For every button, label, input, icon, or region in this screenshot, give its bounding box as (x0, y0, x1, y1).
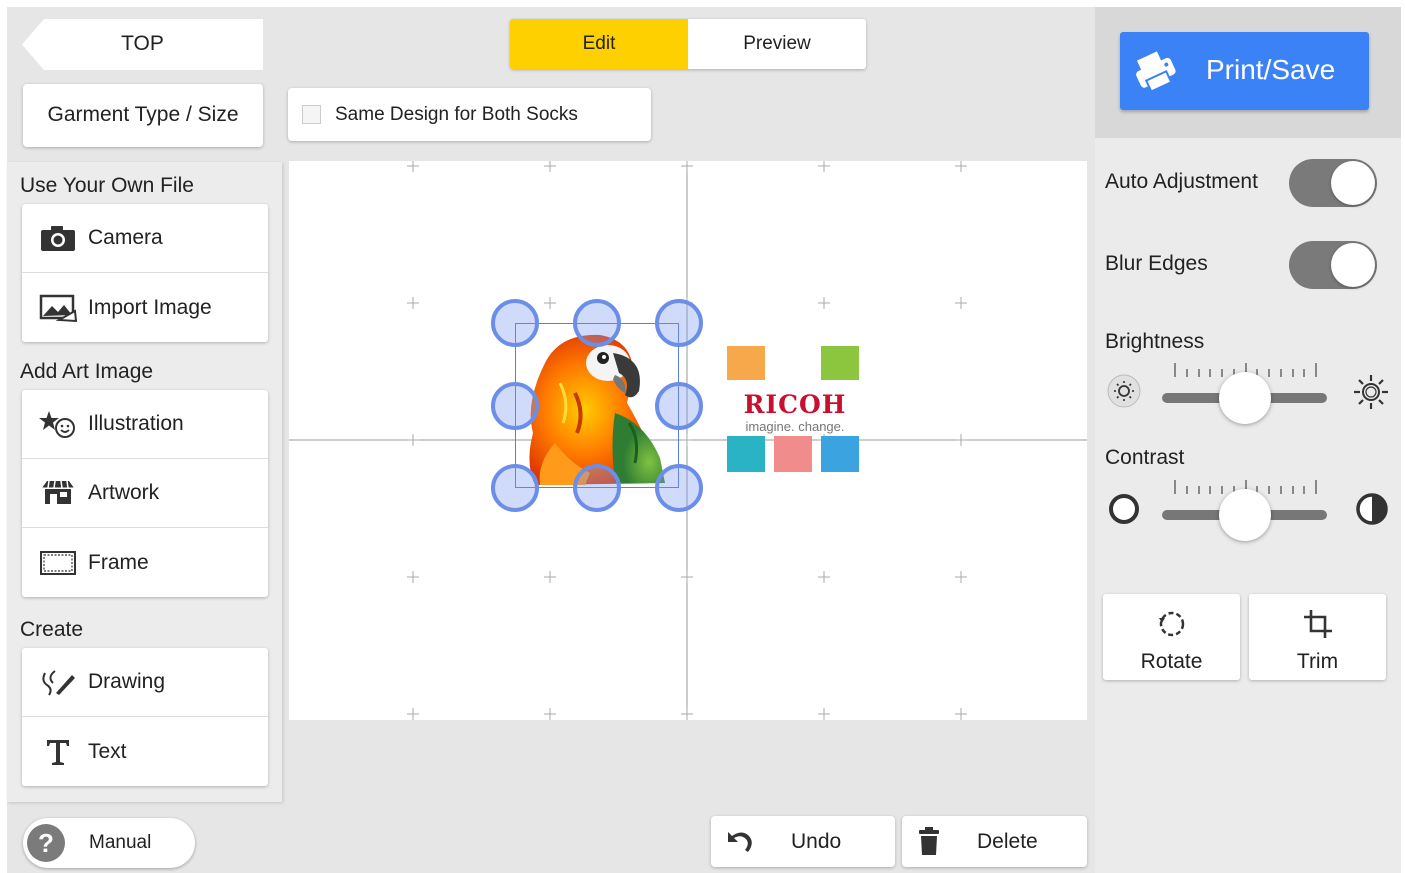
rotate-icon (1103, 608, 1240, 640)
camera-button[interactable]: Camera (22, 204, 268, 273)
brightness-slider-knob[interactable] (1218, 372, 1271, 424)
resize-handle[interactable] (655, 464, 703, 512)
trim-button[interactable]: Trim (1249, 594, 1386, 680)
rotate-button[interactable]: Rotate (1103, 594, 1240, 680)
crop-icon (1249, 608, 1386, 640)
same-design-option[interactable]: Same Design for Both Socks (288, 88, 651, 141)
illustration-label: Illustration (88, 412, 184, 435)
illustration-icon (38, 409, 78, 439)
manual-button[interactable]: ? Manual (23, 818, 195, 868)
delete-label: Delete (977, 830, 1038, 853)
contrast-high-icon (1355, 492, 1389, 531)
right-adjust-panel: Print/Save Auto Adjustment Blur Edges Br… (1095, 7, 1401, 873)
resize-handle[interactable] (573, 464, 621, 512)
mode-tabs: Edit Preview (510, 19, 866, 69)
help-icon: ? (27, 824, 65, 862)
undo-icon (725, 828, 753, 859)
logo-teal-tile (727, 436, 765, 472)
artwork-button[interactable]: Artwork (22, 459, 268, 528)
frame-button[interactable]: Frame (22, 528, 268, 597)
tab-edit[interactable]: Edit (510, 19, 688, 69)
camera-label: Camera (88, 226, 163, 249)
same-design-checkbox[interactable] (302, 105, 321, 124)
undo-button[interactable]: Undo (711, 816, 895, 867)
import-image-button[interactable]: Import Image (22, 273, 268, 342)
delete-button[interactable]: Delete (902, 816, 1087, 867)
create-group: Drawing Text (22, 648, 268, 786)
trim-label: Trim (1296, 650, 1339, 673)
contrast-label: Contrast (1105, 446, 1185, 469)
drawing-label: Drawing (88, 670, 166, 693)
rotate-label: Rotate (1140, 650, 1203, 673)
text-icon (38, 737, 78, 767)
brightness-label: Brightness (1105, 330, 1205, 353)
resize-handle[interactable] (491, 464, 539, 512)
art-group: Illustration Artwork Frame (22, 390, 268, 597)
blur-edges-toggle[interactable] (1289, 241, 1377, 289)
contrast-slider-knob[interactable] (1218, 489, 1271, 541)
top-button-label: TOP (121, 32, 164, 55)
resize-handle[interactable] (655, 299, 703, 347)
resize-handle[interactable] (573, 299, 621, 347)
artwork-icon (38, 478, 78, 508)
brightness-high-icon (1352, 373, 1390, 416)
frame-icon (38, 548, 78, 578)
illustration-button[interactable]: Illustration (22, 390, 268, 459)
print-area: Print/Save (1095, 7, 1401, 138)
text-button[interactable]: Text (22, 717, 268, 786)
manual-label: Manual (89, 832, 152, 853)
resize-handle[interactable] (655, 382, 703, 430)
auto-adjustment-label: Auto Adjustment (1105, 170, 1258, 193)
design-canvas[interactable]: RICOH imagine. change. (289, 161, 1087, 720)
auto-adjustment-toggle[interactable] (1289, 159, 1377, 207)
section-title-own-file: Use Your Own File (20, 174, 194, 197)
top-button[interactable]: TOP (22, 19, 263, 70)
brightness-low-icon (1106, 373, 1142, 414)
drawing-icon (38, 667, 78, 697)
text-label: Text (88, 739, 127, 763)
blur-edges-label: Blur Edges (1105, 252, 1208, 275)
contrast-slider[interactable] (1162, 480, 1327, 541)
left-tool-panel: Use Your Own File Camera Import Image Ad… (7, 162, 282, 802)
artwork-label: Artwork (88, 481, 160, 504)
frame-label: Frame (88, 550, 149, 574)
canvas-guides (289, 161, 1087, 720)
camera-icon (38, 223, 78, 253)
brightness-slider[interactable] (1162, 363, 1327, 424)
logo-pink-tile (774, 436, 812, 472)
section-title-art: Add Art Image (20, 360, 154, 383)
logo-orange-tile (727, 346, 765, 380)
logo-blue-tile (821, 436, 859, 472)
print-save-button[interactable]: Print/Save (1120, 32, 1369, 110)
resize-handle[interactable] (491, 299, 539, 347)
undo-label: Undo (791, 830, 842, 853)
ricoh-logo[interactable]: RICOH imagine. change. (725, 344, 865, 479)
image-icon (38, 293, 78, 323)
ricoh-tagline: imagine. change. (745, 419, 845, 434)
tab-preview[interactable]: Preview (688, 19, 866, 69)
ricoh-brand: RICOH (743, 390, 847, 419)
printer-icon (1130, 48, 1180, 99)
import-image-label: Import Image (88, 295, 212, 319)
garment-type-size-button[interactable]: Garment Type / Size (23, 84, 263, 147)
own-file-group: Camera Import Image (22, 204, 268, 342)
trash-icon (918, 826, 940, 861)
garment-button-label: Garment Type / Size (47, 103, 239, 126)
logo-green-tile (821, 346, 859, 380)
same-design-label: Same Design for Both Socks (335, 104, 578, 125)
app-window: TOP Garment Type / Size Edit Preview Sam… (7, 7, 1401, 873)
section-title-create: Create (20, 618, 84, 641)
contrast-low-icon (1107, 492, 1141, 531)
drawing-button[interactable]: Drawing (22, 648, 268, 717)
print-save-label: Print/Save (1206, 54, 1336, 85)
resize-handle[interactable] (491, 382, 539, 430)
